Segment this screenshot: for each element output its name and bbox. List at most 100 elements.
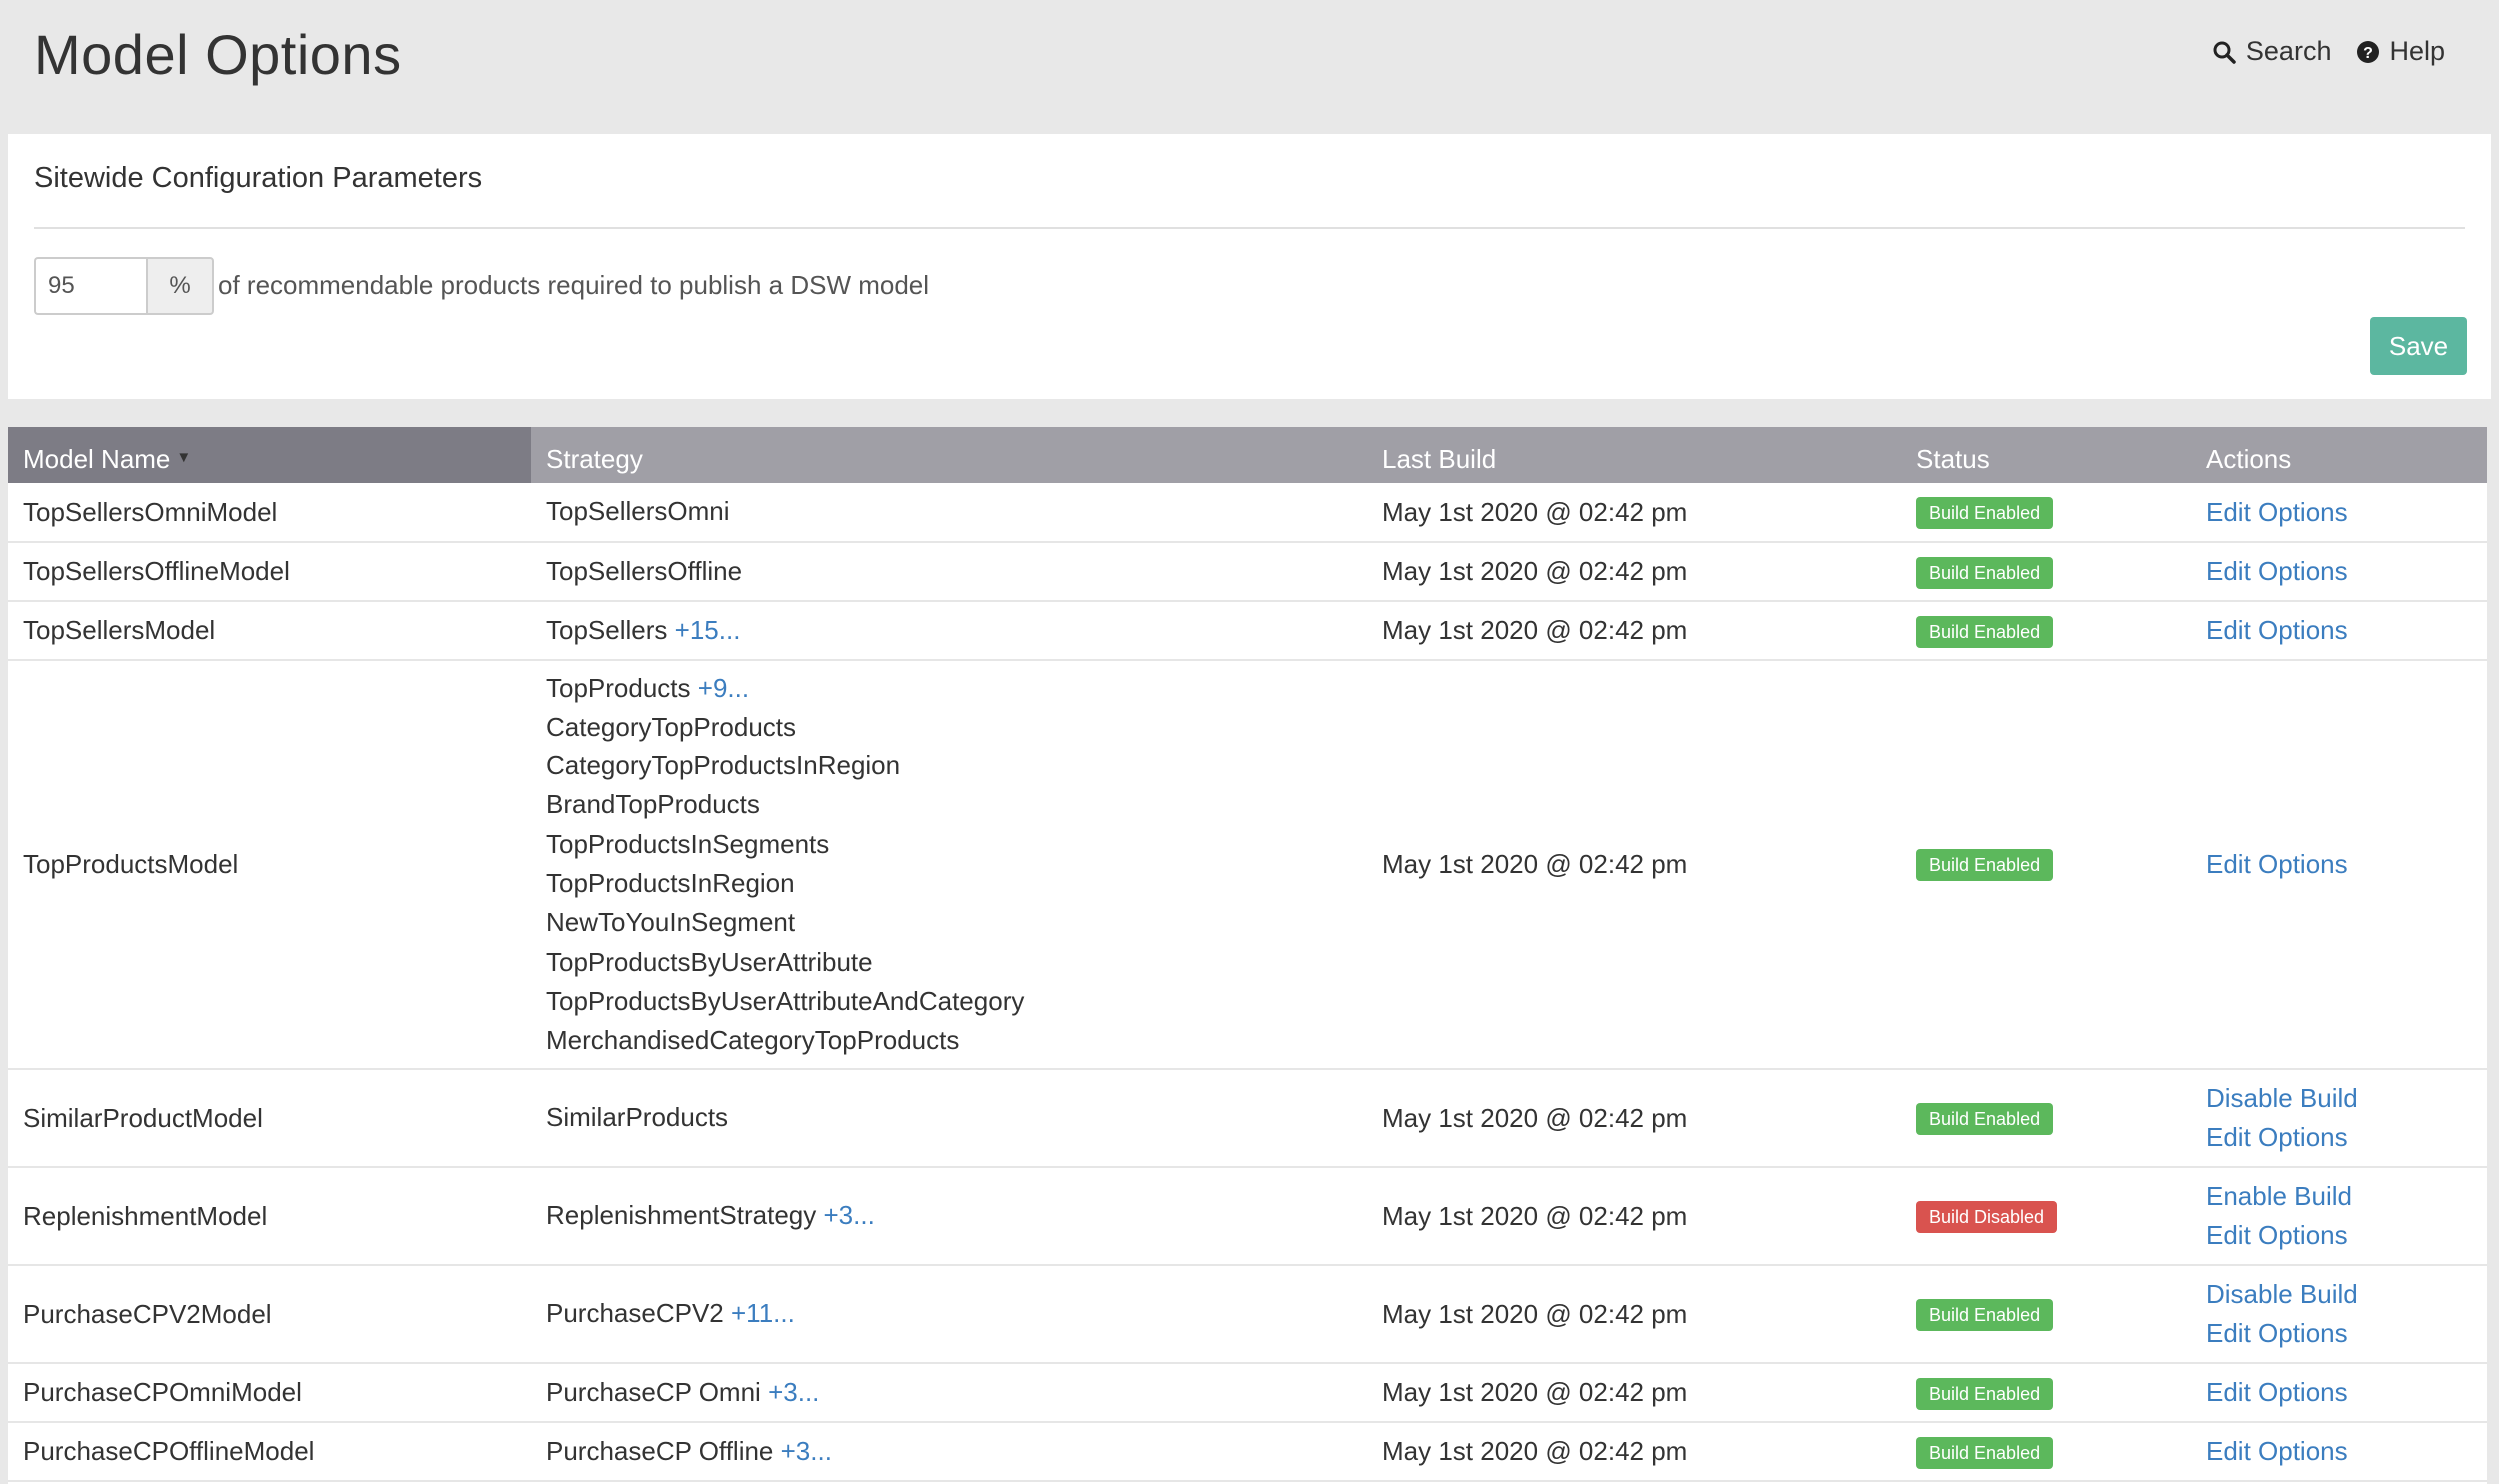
strategy-name: CategoryTopProducts <box>546 711 797 742</box>
table-row: TopSellersModel TopSellers +15... May 1st … <box>8 601 2487 661</box>
edit-options-link[interactable]: Edit Options <box>2206 1314 2487 1353</box>
enable-build-link[interactable]: Enable Build <box>2206 1177 2487 1216</box>
edit-options-link[interactable]: Edit Options <box>2206 552 2487 591</box>
model-name-cell: TopSellersOmniModel <box>8 483 531 543</box>
strategy-name: TopSellers <box>546 614 668 645</box>
more-strategies-link[interactable]: +3... <box>781 1436 832 1466</box>
strategy-cell: PurchaseCP Offline +3... <box>531 1422 1367 1482</box>
column-header-status[interactable]: Status <box>1901 427 2191 483</box>
actions-cell: Edit Options <box>2191 483 2487 543</box>
edit-options-link[interactable]: Edit Options <box>2206 1216 2487 1255</box>
strategy-cell: TopSellersOmni <box>531 483 1367 543</box>
table-row: TopProductsModel TopProducts +9... Categor… <box>8 660 2487 1070</box>
table-header-row: Model Name ▼ Strategy Last Build Status A… <box>8 427 2487 483</box>
svg-text:?: ? <box>2364 45 2374 62</box>
model-name-cell: ReplenishmentModel <box>8 1167 531 1266</box>
strategy-name: MerchandisedCategoryTopProducts <box>546 1025 960 1056</box>
actions-cell: Edit Options <box>2191 542 2487 602</box>
status-cell: Build Enabled <box>1901 542 2191 602</box>
status-badge: Build Enabled <box>1916 1103 2054 1135</box>
status-badge: Build Enabled <box>1916 1299 2054 1331</box>
last-build-cell: May 1st 2020 @ 02:42 pm <box>1367 542 1901 602</box>
last-build-cell: May 1st 2020 @ 02:42 pm <box>1367 1422 1901 1482</box>
table-row: PurchaseCPV2Model PurchaseCPV2 +11... May … <box>8 1265 2487 1364</box>
models-table-container: Model Name ▼ Strategy Last Build Status A… <box>8 427 2487 1484</box>
sitewide-config-panel: Sitewide Configuration Parameters % of r… <box>8 134 2491 399</box>
last-build-cell: May 1st 2020 @ 02:42 pm <box>1367 1167 1901 1266</box>
strategy-cell: TopProducts +9... CategoryTopProducts Cate… <box>531 660 1367 1070</box>
status-badge: Build Enabled <box>1916 556 2054 589</box>
edit-options-link[interactable]: Edit Options <box>2206 493 2487 532</box>
strategy-name: TopProductsByUserAttributeAndCategory <box>546 985 1025 1016</box>
page-title: Model Options <box>34 23 402 86</box>
model-name-cell: PurchaseCPV2Model <box>8 1265 531 1364</box>
actions-cell: Disable Build Edit Options <box>2191 1265 2487 1364</box>
column-header-last-build[interactable]: Last Build <box>1367 427 1901 483</box>
table-row: PurchaseCPOfflineModel PurchaseCP Offline… <box>8 1422 2487 1482</box>
actions-cell: Edit Options <box>2191 1363 2487 1423</box>
strategy-name: BrandTopProducts <box>546 789 760 820</box>
strategy-name: TopProductsInRegion <box>546 868 795 898</box>
edit-options-link[interactable]: Edit Options <box>2206 845 2487 884</box>
more-strategies-link[interactable]: +9... <box>698 673 749 703</box>
table-row: ReplenishmentModel ReplenishmentStrategy … <box>8 1167 2487 1266</box>
page-header: Model Options Search ? Help <box>0 0 2499 134</box>
percent-description: of recommendable products required to pu… <box>218 270 930 300</box>
help-link[interactable]: ? Help <box>2357 36 2445 67</box>
status-cell: Build Enabled <box>1901 601 2191 661</box>
edit-options-link[interactable]: Edit Options <box>2206 1373 2487 1412</box>
more-strategies-link[interactable]: +11... <box>731 1298 795 1328</box>
disable-build-link[interactable]: Disable Build <box>2206 1079 2487 1118</box>
strategy-name: CategoryTopProductsInRegion <box>546 750 901 781</box>
actions-cell: Edit Options <box>2191 660 2487 1070</box>
last-build-cell: May 1st 2020 @ 02:42 pm <box>1367 483 1901 543</box>
status-badge: Build Enabled <box>1916 497 2054 529</box>
status-badge: Build Enabled <box>1916 615 2054 648</box>
strategy-name: TopProducts <box>546 672 691 703</box>
more-strategies-link[interactable]: +3... <box>768 1377 819 1407</box>
status-cell: Build Enabled <box>1901 1265 2191 1364</box>
more-strategies-link[interactable]: +15... <box>675 615 741 645</box>
disable-build-link[interactable]: Disable Build <box>2206 1275 2487 1314</box>
actions-cell: Enable Build Edit Options <box>2191 1167 2487 1266</box>
percent-input[interactable] <box>34 257 146 315</box>
status-badge: Build Enabled <box>1916 1436 2054 1469</box>
sort-desc-icon: ▼ <box>176 449 192 466</box>
status-badge: Build Disabled <box>1916 1201 2058 1233</box>
last-build-cell: May 1st 2020 @ 02:42 pm <box>1367 660 1901 1070</box>
strategy-name: SimilarProducts <box>546 1102 729 1133</box>
actions-cell: Disable Build Edit Options <box>2191 1069 2487 1168</box>
strategy-cell: SimilarProducts <box>531 1069 1367 1168</box>
strategy-name: ReplenishmentStrategy <box>546 1200 817 1231</box>
edit-options-link[interactable]: Edit Options <box>2206 1118 2487 1157</box>
more-strategies-link[interactable]: +3... <box>824 1200 875 1230</box>
status-cell: Build Enabled <box>1901 1069 2191 1168</box>
edit-options-link[interactable]: Edit Options <box>2206 1432 2487 1471</box>
help-label: Help <box>2389 36 2445 66</box>
status-cell: Build Enabled <box>1901 660 2191 1070</box>
strategy-cell: PurchaseCP Omni +3... <box>531 1363 1367 1423</box>
save-button[interactable]: Save <box>2370 317 2467 375</box>
strategy-cell: PurchaseCPV2 +11... <box>531 1265 1367 1364</box>
strategy-name: TopSellersOmni <box>546 496 730 527</box>
table-row: TopSellersOmniModel TopSellersOmni May 1st… <box>8 483 2487 543</box>
model-name-cell: SimilarProductModel <box>8 1069 531 1168</box>
column-header-strategy[interactable]: Strategy <box>531 427 1367 483</box>
strategy-cell: TopSellersOffline <box>531 542 1367 602</box>
table-row: PurchaseCPOmniModel PurchaseCP Omni +3...… <box>8 1363 2487 1423</box>
table-row: TopSellersOfflineModel TopSellersOffline M… <box>8 542 2487 602</box>
last-build-cell: May 1st 2020 @ 02:42 pm <box>1367 1265 1901 1364</box>
search-link[interactable]: Search <box>2212 36 2331 67</box>
column-header-model-name[interactable]: Model Name ▼ <box>8 427 531 483</box>
edit-options-link[interactable]: Edit Options <box>2206 611 2487 650</box>
status-cell: Build Disabled <box>1901 1167 2191 1266</box>
status-badge: Build Enabled <box>1916 849 2054 881</box>
strategy-name: PurchaseCP Omni <box>546 1376 761 1407</box>
model-name-cell: TopSellersOfflineModel <box>8 542 531 602</box>
strategy-name: PurchaseCP Offline <box>546 1435 774 1466</box>
strategy-name: PurchaseCPV2 <box>546 1298 724 1329</box>
last-build-cell: May 1st 2020 @ 02:42 pm <box>1367 601 1901 661</box>
model-name-cell: TopProductsModel <box>8 660 531 1070</box>
model-name-cell: PurchaseCPOfflineModel <box>8 1422 531 1482</box>
models-table: Model Name ▼ Strategy Last Build Status A… <box>8 427 2487 1482</box>
